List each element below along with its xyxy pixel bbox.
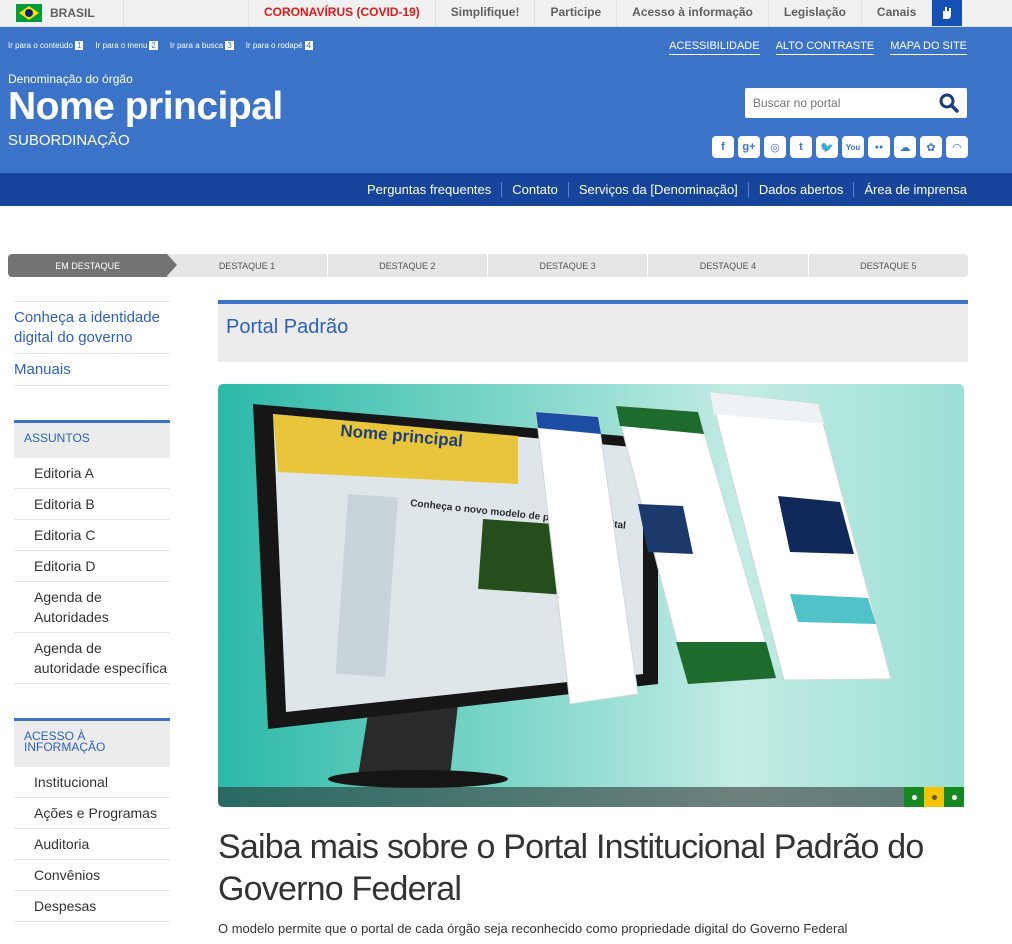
rss-icon[interactable]: ◠ (946, 136, 968, 158)
accessibility-shortcuts: Ir para o conteúdo 1 Ir para o menu 2 Ir p… (8, 41, 314, 50)
sidebar-item-convenios[interactable]: Convênios (14, 860, 170, 891)
skip-to-footer-link[interactable]: Ir para o rodapé 4 (246, 41, 314, 50)
tab-destaque-3[interactable]: DESTAQUE 3 (486, 254, 647, 277)
soundcloud-icon[interactable]: ☁ (894, 136, 916, 158)
search-input[interactable] (745, 88, 925, 118)
skip-to-content-link[interactable]: Ir para o conteúdo 1 (8, 41, 84, 50)
tab-destaque-4[interactable]: DESTAQUE 4 (647, 254, 807, 277)
subordination: SUBORDINAÇÃO (8, 132, 130, 149)
youtube-icon[interactable]: You (842, 136, 864, 158)
sidebar-item-auditoria[interactable]: Auditoria (14, 829, 170, 860)
sidebar-item-editoria-b[interactable]: Editoria B (14, 489, 170, 520)
facebook-icon[interactable]: f (712, 136, 734, 158)
site-title[interactable]: Nome principal (8, 85, 283, 129)
nav-open-data[interactable]: Dados abertos (747, 182, 854, 197)
header-tools: ACESSIBILIDADE ALTO CONTRASTE MAPA DO SI… (669, 40, 967, 55)
highlights-tabs: EM DESTAQUE DESTAQUE 1 DESTAQUE 2 DESTAQ… (8, 254, 968, 277)
tab-destaque-1[interactable]: DESTAQUE 1 (167, 254, 326, 277)
tab-destaque-2[interactable]: DESTAQUE 2 (326, 254, 487, 277)
article-description: O modelo permite que o portal de cada ór… (218, 921, 848, 936)
skip-to-search-link[interactable]: Ir para a busca 3 (170, 41, 234, 50)
organ-denomination: Denominação do órgão (8, 72, 133, 86)
sidebar-item-editoria-d[interactable]: Editoria D (14, 551, 170, 582)
carousel-dot-2[interactable] (924, 787, 944, 807)
sidebar-item-editoria-a[interactable]: Editoria A (14, 458, 170, 489)
sidebar-item-acoes-programas[interactable]: Ações e Programas (14, 798, 170, 829)
sidebar-item-agenda-autoridades[interactable]: Agenda de Autoridades (14, 582, 170, 633)
page-title-box: Portal Padrão (218, 300, 968, 362)
social-links: f g+ ◎ t 🐦 You ●● ☁ ✿ ◠ (712, 136, 968, 158)
brasil-link[interactable]: BRASIL (0, 0, 124, 26)
government-bar: BRASIL CORONAVÍRUS (COVID-19) Simplifiqu… (0, 0, 1012, 27)
carousel-controls (218, 787, 964, 807)
sidebar-item-institucional[interactable]: Institucional (14, 767, 170, 798)
legislacao-link[interactable]: Legislação (767, 0, 861, 26)
search-box (745, 88, 967, 118)
search-icon[interactable] (939, 93, 959, 113)
article-headline[interactable]: Saiba mais sobre o Portal Institucional … (218, 826, 978, 910)
carousel-dots (904, 787, 964, 807)
section-assuntos[interactable]: ASSUNTOS (14, 420, 170, 458)
slideshare-icon[interactable]: ✿ (920, 136, 942, 158)
section-acesso-informacao[interactable]: ACESSO À INFORMAÇÃO (14, 718, 170, 767)
high-contrast-link[interactable]: ALTO CONTRASTE (775, 40, 875, 55)
brasil-label: BRASIL (50, 6, 95, 20)
site-map-link[interactable]: MAPA DO SITE (890, 40, 967, 55)
nav-faq[interactable]: Perguntas frequentes (357, 182, 501, 197)
google-plus-icon[interactable]: g+ (738, 136, 760, 158)
flickr-icon[interactable]: ●● (868, 136, 890, 158)
nav-press[interactable]: Área de imprensa (853, 182, 967, 197)
covid-link[interactable]: CORONAVÍRUS (COVID-19) (248, 0, 435, 26)
page-title: Portal Padrão (226, 316, 349, 338)
vlibras-hands-icon[interactable] (932, 0, 962, 26)
carousel-dot-1[interactable] (904, 787, 924, 807)
sidebar-manuals-link[interactable]: Manuais (14, 353, 170, 386)
tumblr-icon[interactable]: t (790, 136, 812, 158)
tab-em-destaque[interactable]: EM DESTAQUE (8, 254, 178, 277)
government-links: CORONAVÍRUS (COVID-19) Simplifique! Part… (248, 0, 933, 26)
canais-link[interactable]: Canais (860, 0, 933, 26)
sidebar-item-despesas[interactable]: Despesas (14, 891, 170, 922)
sidebar: Conheça a identidade digital do governo … (14, 301, 170, 922)
tab-destaque-5[interactable]: DESTAQUE 5 (807, 254, 968, 277)
simplifique-link[interactable]: Simplifique! (434, 0, 535, 26)
nav-services[interactable]: Serviços da [Denominação] (567, 182, 748, 197)
brazil-flag-icon (16, 4, 42, 22)
hero-image[interactable]: Nome principal Conheça o novo modelo de … (218, 384, 964, 807)
sidebar-item-editoria-c[interactable]: Editoria C (14, 520, 170, 551)
acesso-informacao-link[interactable]: Acesso à informação (616, 0, 768, 26)
service-nav: Perguntas frequentes Contato Serviços da… (0, 173, 1012, 206)
carousel-dot-3[interactable] (944, 787, 964, 807)
nav-contact[interactable]: Contato (501, 182, 568, 197)
instagram-icon[interactable]: ◎ (764, 136, 786, 158)
twitter-icon[interactable]: 🐦 (816, 136, 838, 158)
participe-link[interactable]: Participe (534, 0, 616, 26)
sidebar-identity-link[interactable]: Conheça a identidade digital do governo (14, 301, 170, 353)
accessibility-link[interactable]: ACESSIBILIDADE (669, 40, 760, 55)
sidebar-item-agenda-especifica[interactable]: Agenda de autoridade específica (14, 633, 170, 684)
site-header: Ir para o conteúdo 1 Ir para o menu 2 Ir p… (0, 27, 1012, 173)
skip-to-menu-link[interactable]: Ir para o menu 2 (95, 41, 158, 50)
